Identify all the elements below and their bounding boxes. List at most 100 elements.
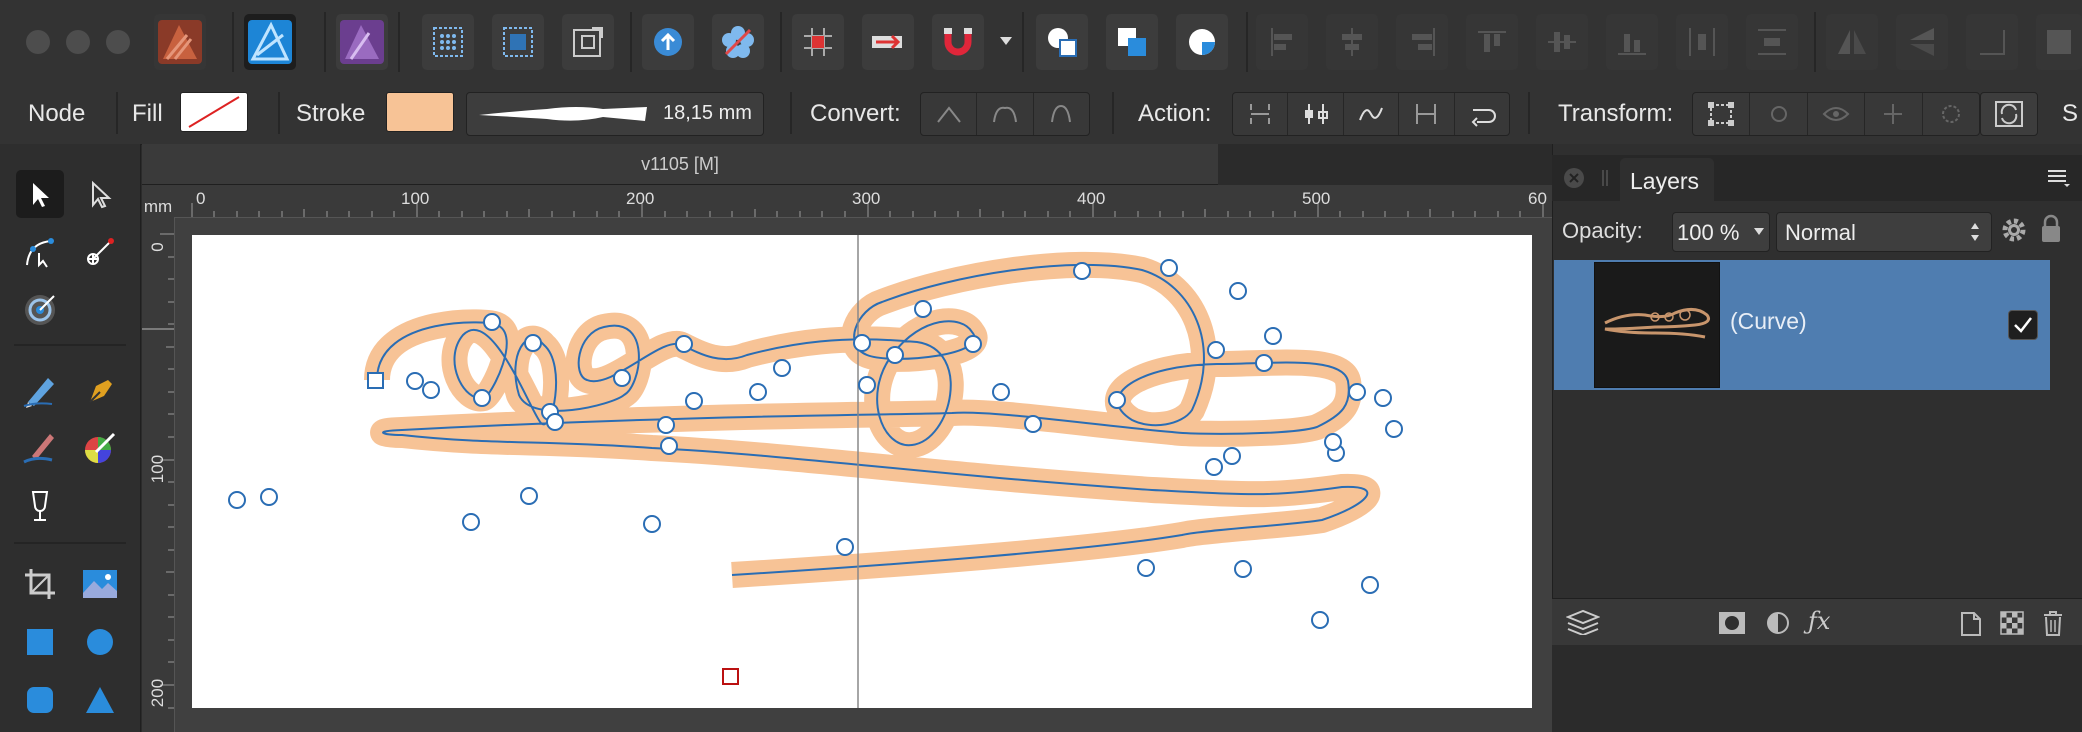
gear-icon[interactable] [2000, 216, 2028, 249]
stroke-swatch[interactable] [386, 92, 454, 132]
transparency-tool-icon[interactable] [16, 482, 64, 530]
minimize-window-button[interactable] [66, 30, 90, 54]
rotate-right-icon[interactable] [2036, 14, 2082, 70]
move-red-icon[interactable] [862, 14, 914, 70]
vector-brush-tool-icon[interactable] [16, 424, 64, 472]
curve-start-node[interactable] [367, 372, 384, 389]
close-panel-icon[interactable] [1562, 166, 1586, 190]
zoom-window-button[interactable] [106, 30, 130, 54]
join-curves-icon[interactable] [1399, 93, 1455, 135]
boolean-union-icon[interactable] [1036, 14, 1088, 70]
pixel-grid-icon[interactable] [422, 14, 474, 70]
layers-bottom-bar: ƒx [1552, 598, 2082, 645]
pencil-tool-icon[interactable] [16, 366, 64, 414]
panel-grip-icon[interactable] [1600, 168, 1610, 193]
ruler-tick-label: 300 [852, 189, 881, 208]
flower-icon[interactable] [712, 14, 764, 70]
rotate-transform-icon[interactable] [1980, 92, 2038, 136]
transform-origin-icon[interactable] [562, 14, 614, 70]
move-tool-icon[interactable] [16, 170, 64, 218]
align-top-icon[interactable] [1466, 14, 1518, 70]
selection-grid-icon[interactable] [492, 14, 544, 70]
rotate-left-icon[interactable] [1966, 14, 2018, 70]
grid-snap-icon[interactable] [792, 14, 844, 70]
triangle-tool-icon[interactable] [76, 676, 124, 724]
rounded-rectangle-tool-icon[interactable] [16, 676, 64, 724]
snap-dropdown-icon[interactable] [998, 34, 1014, 53]
pen-tool-icon[interactable] [76, 366, 124, 414]
fx-icon[interactable]: ƒx [1808, 607, 1830, 635]
transform-origin-toggle-icon[interactable] [1750, 93, 1808, 135]
bounding-box-icon[interactable] [1693, 93, 1751, 135]
node-tool-icon[interactable] [76, 170, 124, 218]
opacity-field[interactable]: 100 % [1672, 212, 1770, 252]
curve-end-node[interactable] [722, 668, 739, 685]
ruler-tick-label: 0 [148, 242, 167, 252]
align-left-icon[interactable] [1256, 14, 1308, 70]
artboard[interactable] [192, 235, 1532, 708]
corner-tool-icon[interactable] [76, 228, 124, 276]
distribute-vertical-icon[interactable] [1746, 14, 1798, 70]
layer-visibility-checkbox[interactable] [2008, 310, 2038, 340]
visibility-toggle-icon[interactable] [1808, 93, 1866, 135]
flip-horizontal-icon[interactable] [1826, 14, 1878, 70]
break-curve-icon[interactable] [1233, 93, 1289, 135]
layer-row[interactable]: (Curve) [1554, 260, 2050, 390]
scale-nodes-icon[interactable] [1923, 93, 1979, 135]
stroke-width-control[interactable]: 18,15 mm [466, 92, 764, 136]
panel-menu-icon[interactable] [2046, 168, 2072, 193]
convert-smooth-icon[interactable] [977, 93, 1034, 135]
transform-label: Transform: [1558, 100, 1674, 127]
fill-swatch[interactable] [180, 92, 248, 132]
ellipse-tool-icon[interactable] [76, 618, 124, 666]
align-bottom-icon[interactable] [1606, 14, 1658, 70]
designer-vector-persona-icon[interactable] [244, 14, 296, 70]
ruler-tick-label: 400 [1077, 189, 1106, 208]
crop-tool-icon[interactable] [16, 560, 64, 608]
ruler-tick-label: 200 [626, 189, 655, 208]
contour-tool-icon[interactable] [16, 286, 64, 334]
align-nodes-icon[interactable] [1865, 93, 1923, 135]
photo-persona-icon[interactable] [336, 14, 388, 70]
color-picker-tool-icon[interactable] [76, 424, 124, 472]
selected-curve[interactable] [192, 235, 1532, 708]
smooth-curve-icon[interactable] [1344, 93, 1400, 135]
add-pixel-layer-icon[interactable] [2000, 611, 2024, 640]
tab-layers[interactable]: Layers [1620, 158, 1714, 201]
close-window-button[interactable] [26, 30, 50, 54]
reverse-curve-icon[interactable] [1455, 93, 1509, 135]
blend-mode-select[interactable]: Normal [1776, 212, 1992, 252]
add-layer-icon[interactable] [1960, 611, 1982, 642]
rectangle-tool-icon[interactable] [16, 618, 64, 666]
tools-panel [0, 144, 141, 732]
opacity-value: 100 % [1677, 220, 1740, 245]
document-tab[interactable]: v1105 [M] [142, 144, 1218, 185]
boolean-subtract-icon[interactable] [1106, 14, 1158, 70]
place-image-tool-icon[interactable] [76, 560, 124, 608]
layer-name: (Curve) [1730, 308, 1807, 334]
close-curve-icon[interactable] [1288, 93, 1344, 135]
document-title: v1105 [M] [641, 154, 719, 174]
magnet-snap-icon[interactable] [932, 14, 984, 70]
boolean-intersect-icon[interactable] [1176, 14, 1228, 70]
delete-layer-icon[interactable] [2042, 609, 2064, 642]
ruler-tick-label: 100 [401, 189, 430, 208]
share-up-icon[interactable] [642, 14, 694, 70]
vertical-ruler: 0 100 200 [142, 217, 175, 732]
mask-layer-icon[interactable] [1718, 611, 1746, 640]
flip-vertical-icon[interactable] [1896, 14, 1948, 70]
node-action-group [1232, 92, 1510, 136]
convert-smart-icon[interactable] [1034, 93, 1089, 135]
point-transform-tool-icon[interactable] [16, 228, 64, 276]
opacity-label: Opacity: [1562, 218, 1643, 243]
designer-persona-icon[interactable] [154, 14, 206, 70]
lock-icon[interactable] [2040, 214, 2062, 249]
align-center-icon[interactable] [1326, 14, 1378, 70]
tab-label: Layers [1630, 168, 1700, 194]
layer-stack-icon[interactable] [1565, 609, 1601, 640]
adjustment-layer-icon[interactable] [1766, 611, 1790, 640]
align-right-icon[interactable] [1396, 14, 1448, 70]
align-middle-icon[interactable] [1536, 14, 1588, 70]
distribute-horizontal-icon[interactable] [1676, 14, 1728, 70]
convert-sharp-icon[interactable] [921, 93, 978, 135]
